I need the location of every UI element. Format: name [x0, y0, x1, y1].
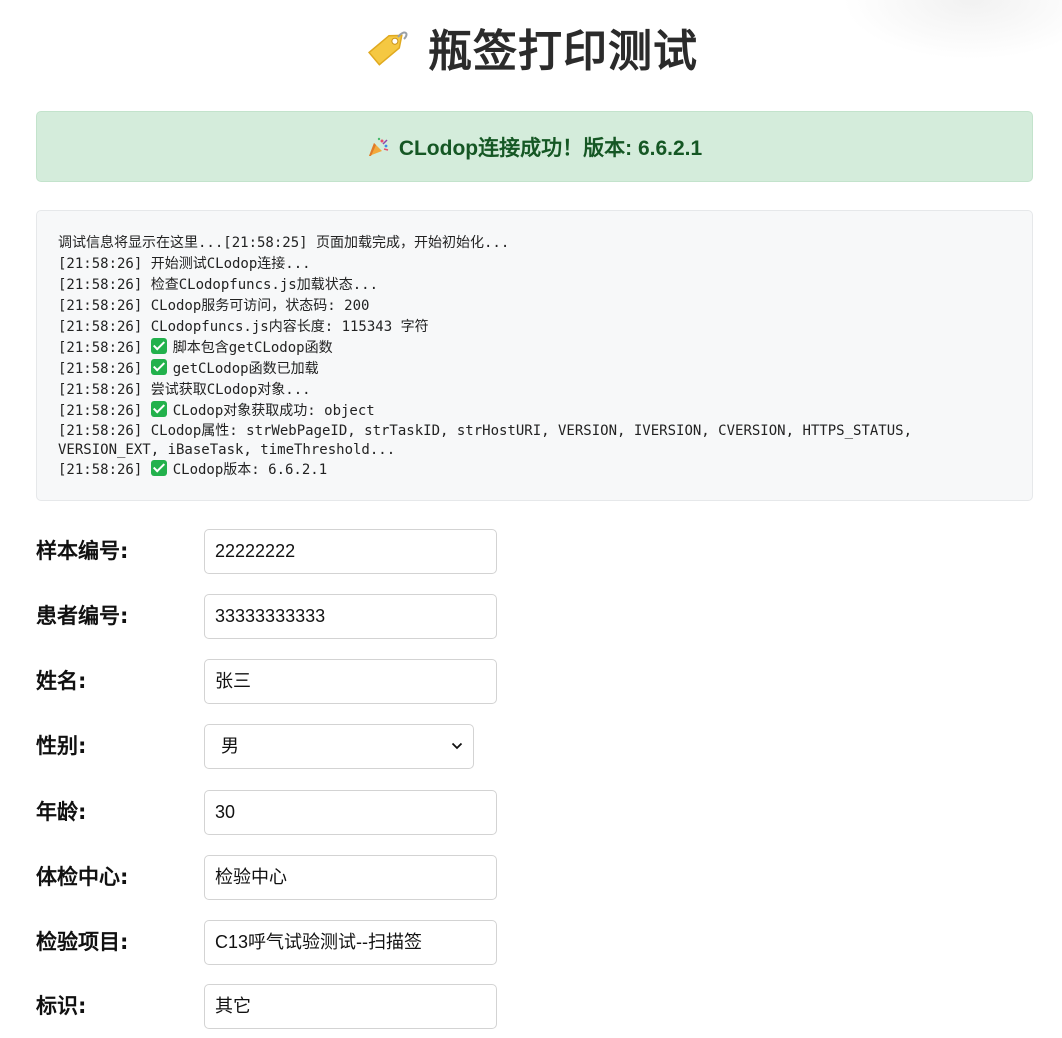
center-label: 体检中心: [36, 865, 129, 889]
debug-line: [21:58:26] 检查CLodopfuncs.js加载状态... [58, 277, 379, 293]
debug-text: getCLodop函数已加载 [172, 361, 319, 377]
name-input[interactable]: 张三 [204, 659, 497, 704]
debug-line: [21:58:26] 开始测试CLodop连接... [58, 256, 311, 272]
debug-timestamp: [21:58:26] [58, 340, 151, 356]
debug-log: 调试信息将显示在这里...[21:58:25] 页面加载完成，开始初始化... … [36, 210, 1033, 501]
debug-timestamp: [21:58:26] [58, 462, 151, 478]
item-input[interactable]: C13呼气试验测试--扫描签 [204, 920, 497, 965]
form-row-mark: 标识: 其它 [36, 984, 1026, 1029]
check-mark-icon [150, 359, 167, 375]
form-row-name: 姓名: 张三 [36, 659, 1026, 704]
sample-no-label: 样本编号: [36, 539, 129, 563]
debug-line: [21:58:26] CLodop属性: strWebPageID, strTa… [58, 423, 921, 458]
form-row-age: 年龄: 30 [36, 790, 1026, 835]
debug-text: 脚本包含getCLodop函数 [172, 340, 333, 356]
form-row-sample-no: 样本编号: 22222222 [36, 529, 1026, 574]
debug-line: [21:58:26] CLodop对象获取成功: object [58, 401, 1012, 422]
debug-line: [21:58:26] 尝试获取CLodop对象... [58, 382, 311, 398]
mark-label: 标识: [36, 994, 87, 1018]
age-input[interactable]: 30 [204, 790, 497, 835]
check-mark-icon [150, 338, 167, 354]
item-label: 检验项目: [36, 930, 129, 954]
check-mark-icon [150, 401, 167, 417]
patient-no-input[interactable]: 33333333333 [204, 594, 497, 639]
gender-select[interactable]: 男 [204, 724, 474, 769]
mark-input[interactable]: 其它 [204, 984, 497, 1029]
tag-icon [368, 31, 408, 66]
form-row-center: 体检中心: 检验中心 [36, 855, 1026, 900]
debug-line: [21:58:26] 脚本包含getCLodop函数 [58, 338, 1012, 359]
gender-selected-value: 男 [221, 736, 239, 756]
name-label: 姓名: [36, 669, 87, 693]
patient-no-label: 患者编号: [36, 604, 129, 628]
debug-line: [21:58:26] getCLodop函数已加载 [58, 359, 1012, 380]
debug-line: [21:58:26] CLodop服务可访问，状态码: 200 [58, 298, 370, 314]
check-mark-icon [150, 460, 167, 476]
debug-text: CLodop对象获取成功: object [172, 403, 375, 419]
age-label: 年龄: [36, 800, 87, 824]
gender-label: 性别: [36, 734, 87, 758]
debug-text: CLodop版本: 6.6.2.1 [172, 462, 328, 478]
connection-status-text: CLodop连接成功！版本: 6.6.2.1 [398, 136, 703, 160]
debug-line: [21:58:26] CLodopfuncs.js内容长度: 115343 字符 [58, 319, 429, 335]
form-row-patient-no: 患者编号: 33333333333 [36, 594, 1026, 639]
form-row-item: 检验项目: C13呼气试验测试--扫描签 [36, 920, 1026, 965]
page-title: 瓶签打印测试 [428, 26, 698, 77]
debug-line: 调试信息将显示在这里...[21:58:25] 页面加载完成，开始初始化... [58, 235, 510, 251]
chevron-down-icon [451, 742, 463, 750]
debug-line: [21:58:26] CLodop版本: 6.6.2.1 [58, 460, 1012, 481]
sample-no-input[interactable]: 22222222 [204, 529, 497, 574]
connection-status-banner: CLodop连接成功！版本: 6.6.2.1 [36, 111, 1033, 182]
page-header: 瓶签打印测试 [0, 18, 1062, 77]
center-input[interactable]: 检验中心 [204, 855, 497, 900]
debug-timestamp: [21:58:26] [58, 361, 151, 377]
debug-timestamp: [21:58:26] [58, 403, 151, 419]
form-row-gender: 性别: 男 [36, 724, 1026, 769]
party-popper-icon [368, 137, 388, 156]
